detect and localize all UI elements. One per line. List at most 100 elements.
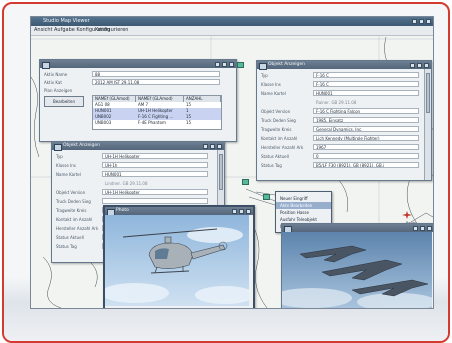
field-value[interactable]: UH-1h	[102, 162, 208, 168]
field-value[interactable]: UH-1H Helikopter	[102, 189, 208, 195]
field-value[interactable]: B5/LF F30 (8921), GB (8921), GB.j	[313, 162, 419, 168]
window-title: Objekt Anzeigen	[63, 143, 101, 148]
table-cell[interactable]: F-4E Phantom	[136, 120, 184, 126]
window-title-bar[interactable]: Objekt Anzeigen	[52, 142, 224, 151]
field-label: Status Aktuell	[261, 154, 289, 159]
field-label: Klasse Ins	[261, 82, 281, 87]
table-cell[interactable]: UNB003	[93, 120, 136, 126]
field-label: Truck Deden Sieg	[56, 199, 91, 204]
field-label: Tragweite Kreis	[261, 127, 292, 132]
field-value[interactable]: F-16 C	[313, 72, 419, 78]
field-value[interactable]: 2012 AM JST 29.11.08	[92, 79, 220, 85]
map-unit-icon[interactable]	[263, 194, 270, 200]
window-body: Typ F-16 C Klasse Ins F-16 C Name Kartel…	[257, 69, 431, 180]
close-button[interactable]	[427, 225, 432, 231]
group-details-window: Aktiv Name 88 Aktiv Kat 2012 AM JST 29.1…	[39, 59, 237, 142]
field-label: Plan Anzeigen	[44, 88, 73, 93]
field-label: Klasse Ins	[56, 163, 76, 168]
scrollbar-thumb[interactable]	[219, 154, 223, 190]
field-value: Lindner, GB 29.11.08	[105, 181, 148, 186]
field-label: Aktiv Kat	[44, 80, 62, 85]
menu-bar: Ansicht Aufgabe Konfiguration Konfigurie…	[31, 26, 433, 36]
field-value[interactable]: 0	[313, 153, 419, 159]
close-button[interactable]	[426, 18, 431, 24]
maximize-button[interactable]	[419, 18, 424, 24]
field-value[interactable]	[102, 198, 208, 204]
jets-photo	[282, 232, 432, 308]
field-label: Status Aktuell	[56, 235, 84, 240]
field-label: Hersteller Anzahl Ark	[56, 226, 99, 231]
maximize-button[interactable]	[417, 62, 422, 68]
minimize-button[interactable]	[215, 61, 220, 67]
window-controls	[232, 208, 251, 214]
close-button[interactable]	[229, 61, 234, 67]
context-menu-item[interactable]: Ausfahr Teleobjekt	[276, 216, 331, 223]
window-controls	[215, 61, 234, 67]
field-label: Objekt Version	[56, 190, 86, 195]
minimize-button[interactable]	[232, 208, 237, 214]
field-value[interactable]: Lich Kennedy (Multirole Fighter)	[313, 135, 419, 141]
scrollbar-thumb[interactable]	[426, 73, 430, 113]
object-details-window: Objekt Anzeigen Typ F-16 C Klasse Ins F-…	[256, 60, 432, 181]
helicopter-photo	[105, 215, 249, 306]
close-button[interactable]	[246, 208, 251, 214]
field-label: Aktiv Name	[44, 72, 68, 77]
menu-ansicht[interactable]: Ansicht	[34, 26, 52, 35]
field-value[interactable]: F-16 C	[313, 81, 419, 87]
field-label: Status Tag	[56, 244, 77, 249]
field-value[interactable]: HUN001	[102, 171, 208, 177]
screenshot-frame: Studio Map Viewer Ansicht Aufgabe Konfig…	[2, 2, 450, 343]
minimize-button[interactable]	[203, 143, 208, 149]
maximize-button[interactable]	[222, 61, 227, 67]
field-value[interactable]: 1967	[313, 144, 419, 150]
window-controls	[410, 62, 429, 68]
edit-button[interactable]: Bearbeiten	[44, 96, 84, 107]
field-label: Kontakt im Anzahl	[56, 217, 93, 222]
field-label: Truck Deden Sieg	[261, 118, 296, 123]
map-application-window: Studio Map Viewer Ansicht Aufgabe Konfig…	[30, 16, 434, 309]
minimize-button[interactable]	[413, 225, 418, 231]
window-title-bar[interactable]: Photo	[105, 207, 253, 216]
maximize-button[interactable]	[239, 208, 244, 214]
window-body: Aktiv Name 88 Aktiv Kat 2012 AM JST 29.1…	[40, 68, 236, 141]
field-value[interactable]: HUN001	[313, 90, 419, 96]
field-value[interactable]: F-16 C Fighting Falcon	[313, 108, 419, 114]
map-unit-icon[interactable]	[242, 179, 249, 185]
minimize-button[interactable]	[412, 18, 417, 24]
helicopter-photo-window: Photo	[103, 205, 255, 308]
field-label: Typ	[261, 73, 268, 78]
aircraft-marker-icon[interactable]	[402, 211, 412, 219]
window-title: Objekt Anzeigen	[268, 62, 306, 67]
field-value[interactable]: UH-1H Helikopter	[102, 153, 208, 159]
context-menu-item[interactable]: Position Hasse	[276, 209, 331, 216]
field-label: Status Tag	[261, 163, 282, 168]
table-cell[interactable]: 15	[184, 120, 221, 126]
menu-konfigurieren[interactable]: Konfigurieren	[95, 26, 128, 35]
field-value[interactable]: 1985, Einsatz	[313, 117, 419, 123]
field-label: Kontakt im Anzahl	[261, 136, 298, 141]
minimize-button[interactable]	[410, 62, 415, 68]
map-unit-icon[interactable]	[237, 62, 244, 68]
field-label: Tragweite Kreis	[56, 208, 87, 213]
field-value[interactable]: 88	[92, 71, 220, 77]
app-window-controls	[412, 18, 431, 24]
context-menu-item-highlighted[interactable]: Akte Bearbeiten	[276, 202, 331, 209]
context-menu-item[interactable]: Neuer Eingriff	[276, 195, 331, 202]
window-title-bar[interactable]: Objekt Anzeigen	[257, 61, 431, 70]
jets-photo-window	[281, 223, 433, 308]
vertical-scrollbar[interactable]	[424, 69, 431, 180]
window-title: Photo	[116, 208, 129, 213]
field-label: Hersteller Anzahl Ark	[261, 145, 304, 150]
maximize-button[interactable]	[210, 143, 215, 149]
window-title-bar[interactable]	[282, 224, 433, 233]
window-controls	[203, 143, 222, 149]
close-button[interactable]	[424, 62, 429, 68]
field-label: Name Kartel	[261, 91, 286, 96]
field-value: Rainer, GB 29.11.08	[316, 100, 357, 105]
maximize-button[interactable]	[420, 225, 425, 231]
field-label: Typ	[56, 154, 63, 159]
close-button[interactable]	[217, 143, 222, 149]
field-value[interactable]: General Dynamics, Inc.	[313, 126, 419, 132]
group-table: NAMEf (GLAmod) NAMEf (GLAmod) ANZAHL AG1…	[92, 95, 222, 130]
window-title-bar[interactable]	[40, 60, 236, 69]
